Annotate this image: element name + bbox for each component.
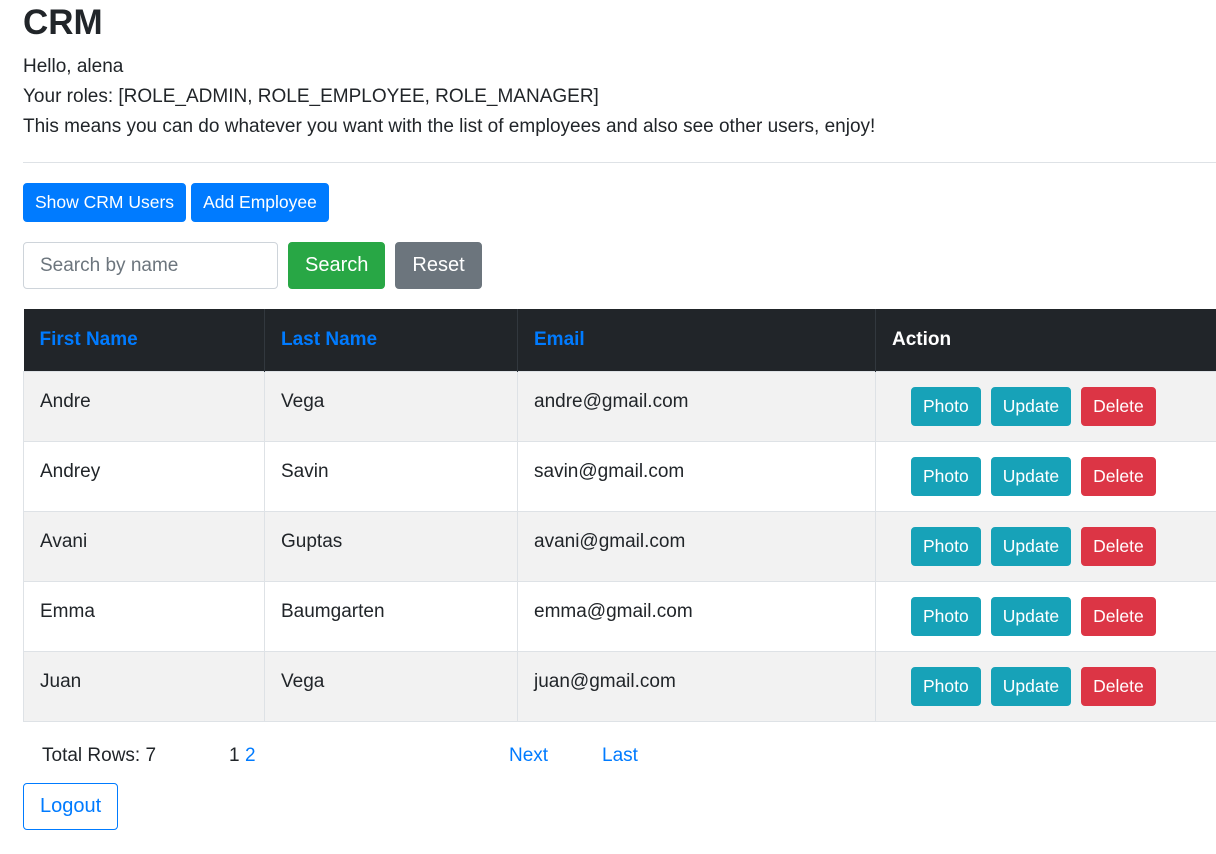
photo-button[interactable]: Photo [911,456,981,496]
last-name-cell: Baumgarten [264,580,518,651]
first-name-text: Andre [40,391,91,412]
sort-first-name-link[interactable]: First Name [40,329,138,350]
photo-button[interactable]: Photo [911,596,981,636]
delete-button[interactable]: Delete [1081,526,1156,566]
table-header: First Name Last Name Email Action [23,309,1216,371]
first-name-cell: Avani [23,510,265,581]
column-header-first-name: First Name [23,309,265,371]
search-form: Search Reset [23,242,1216,289]
intro: Hello, alena Your roles: [ROLE_ADMIN, RO… [23,52,1216,142]
last-name-text: Savin [281,461,329,482]
search-button[interactable]: Search [288,242,386,289]
email-text: andre@gmail.com [534,391,689,412]
sort-last-name-link[interactable]: Last Name [281,329,377,350]
email-text: savin@gmail.com [534,461,685,482]
table-row: Avani Guptas avani@gmail.com Photo Updat… [23,510,1216,581]
pagination: Total Rows: 7 1 2 Next Last [23,745,1216,771]
last-name-text: Guptas [281,531,343,552]
email-cell: andre@gmail.com [517,370,876,441]
total-rows-text: Total Rows: 7 [42,744,157,766]
column-header-email: Email [517,309,876,371]
photo-button[interactable]: Photo [911,666,981,706]
action-cell: Photo Update Delete [875,510,1216,581]
table-row: Andre Vega andre@gmail.com Photo Update … [23,370,1216,441]
logout-form: Logout [23,782,1216,830]
first-name-text: Andrey [40,461,101,482]
table-row: Emma Baumgarten emma@gmail.com Photo Upd… [23,580,1216,651]
sort-email-link[interactable]: Email [534,329,585,350]
photo-button[interactable]: Photo [911,386,981,426]
email-text: emma@gmail.com [534,601,693,622]
update-button[interactable]: Update [990,456,1072,496]
logout-button[interactable]: Logout [23,782,119,830]
update-button[interactable]: Update [990,596,1072,636]
action-cell: Photo Update Delete [875,370,1216,441]
photo-button[interactable]: Photo [911,526,981,566]
email-cell: avani@gmail.com [517,510,876,581]
first-name-cell: Andre [23,370,265,441]
next-page-link[interactable]: Next [509,745,548,767]
row-actions: Photo Update Delete [892,526,1200,566]
last-name-cell: Savin [264,440,518,511]
update-button[interactable]: Update [990,386,1072,426]
first-name-cell: Emma [23,580,265,651]
row-actions: Photo Update Delete [892,386,1200,426]
delete-button[interactable]: Delete [1081,666,1156,706]
last-name-text: Vega [281,671,325,692]
last-name-text: Vega [281,391,325,412]
search-input[interactable] [23,242,278,289]
permissions-message: This means you can do whatever you want … [23,116,876,137]
row-actions: Photo Update Delete [892,456,1200,496]
first-name-cell: Juan [23,650,265,722]
first-name-text: Emma [40,601,95,622]
divider [23,162,1216,163]
last-page-link[interactable]: Last [602,745,638,767]
first-name-text: Avani [40,531,88,552]
page: CRM Hello, alena Your roles: [ROLE_ADMIN… [0,0,1216,830]
greeting-text: Hello, alena [23,56,124,77]
last-name-cell: Guptas [264,510,518,581]
employee-table: First Name Last Name Email Action Andre … [23,309,1216,722]
row-actions: Photo Update Delete [892,596,1200,636]
email-cell: savin@gmail.com [517,440,876,511]
delete-button[interactable]: Delete [1081,596,1156,636]
last-name-cell: Vega [264,370,518,441]
table-body: Andre Vega andre@gmail.com Photo Update … [23,370,1216,722]
action-cell: Photo Update Delete [875,580,1216,651]
table-row: Juan Vega juan@gmail.com Photo Update De… [23,650,1216,722]
reset-button[interactable]: Reset [395,242,482,289]
first-name-cell: Andrey [23,440,265,511]
page-title: CRM [23,3,103,42]
last-name-text: Baumgarten [281,601,385,622]
top-toolbar: Show CRM Users Add Employee [23,183,1216,222]
current-page-number: 1 [229,744,240,766]
row-actions: Photo Update Delete [892,666,1200,706]
email-text: avani@gmail.com [534,531,686,552]
email-cell: juan@gmail.com [517,650,876,722]
page-2-link[interactable]: 2 [245,745,256,767]
action-cell: Photo Update Delete [875,650,1216,722]
roles-text: Your roles: [ROLE_ADMIN, ROLE_EMPLOYEE, … [23,86,599,107]
show-crm-users-button[interactable]: Show CRM Users [23,183,187,222]
column-header-action: Action [875,309,1216,371]
action-cell: Photo Update Delete [875,440,1216,511]
last-name-cell: Vega [264,650,518,722]
update-button[interactable]: Update [990,666,1072,706]
table-row: Andrey Savin savin@gmail.com Photo Updat… [23,440,1216,511]
delete-button[interactable]: Delete [1081,456,1156,496]
update-button[interactable]: Update [990,526,1072,566]
delete-button[interactable]: Delete [1081,386,1156,426]
email-text: juan@gmail.com [534,671,676,692]
column-header-last-name: Last Name [264,309,518,371]
email-cell: emma@gmail.com [517,580,876,651]
add-employee-button[interactable]: Add Employee [191,183,329,222]
first-name-text: Juan [40,671,82,692]
